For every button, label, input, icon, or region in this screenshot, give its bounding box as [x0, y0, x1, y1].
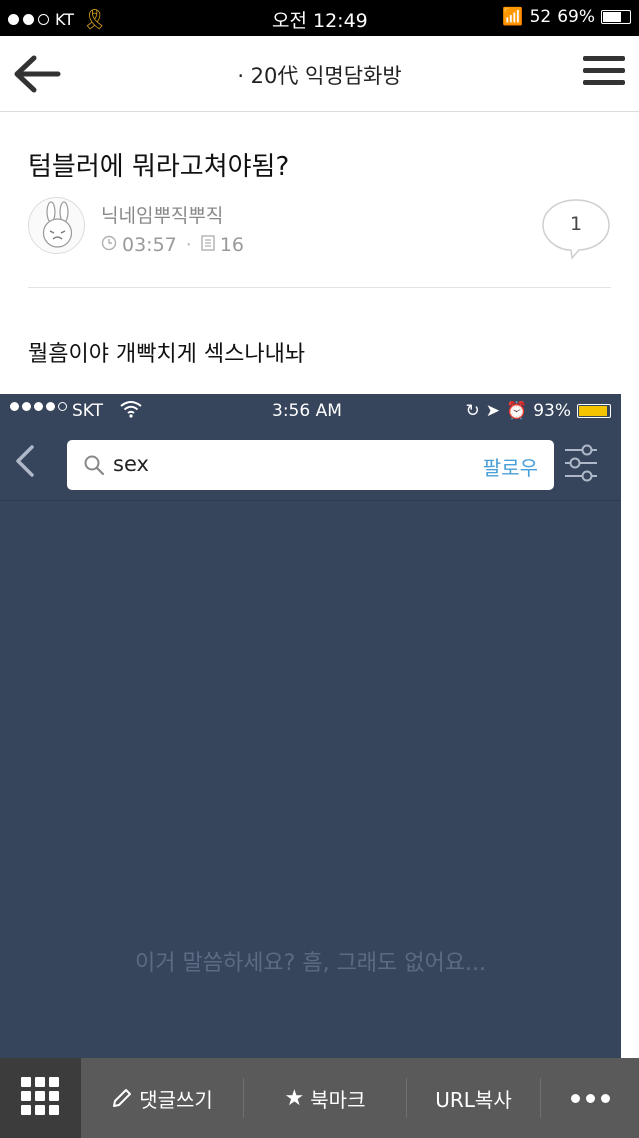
comment-count: 1 [569, 213, 583, 235]
star-icon: ★ [284, 1085, 305, 1111]
embedded-carrier: SKT [72, 401, 104, 421]
more-dots-icon [570, 1093, 610, 1103]
wifi-icon [120, 400, 142, 423]
wifi-icon: 📶 [502, 7, 524, 27]
divider [0, 500, 621, 501]
write-comment-label: 댓글쓰기 [139, 1087, 213, 1112]
menu-button[interactable] [583, 56, 625, 92]
bunny-avatar-icon [42, 201, 73, 248]
signal-dot-icon [8, 13, 19, 25]
battery-icon [577, 404, 611, 418]
bookmark-label: 북마크 [310, 1087, 366, 1112]
write-comment-button[interactable]: 댓글쓰기 [81, 1058, 243, 1138]
location-arrow-icon: ➤ [485, 401, 501, 421]
network-label: 52 [529, 7, 552, 27]
bottom-toolbar: 댓글쓰기 ★ 북마크 URL복사 [0, 1058, 639, 1138]
divider [28, 287, 611, 288]
more-button[interactable] [541, 1058, 639, 1138]
embedded-search-bar: sex 팔로우 [67, 440, 554, 490]
battery-percent: 69% [557, 7, 595, 27]
embedded-screenshot: SKT 3:56 AM ↻ ➤ ⏰ 93% sex 팔로우 이거 말씀하세요? … [0, 394, 621, 1058]
embedded-battery-percent: 93% [533, 401, 571, 421]
embedded-status-bar: SKT 3:56 AM ↻ ➤ ⏰ 93% [0, 394, 621, 428]
pencil-icon [113, 1089, 132, 1107]
embedded-follow-label: 팔로우 [482, 456, 538, 480]
clock-icon [101, 234, 117, 256]
carrier-label: KT [55, 9, 75, 29]
signal-indicator: KT 🎗 [8, 7, 107, 31]
embedded-search-query: sex [113, 452, 149, 476]
embedded-filter-button [563, 442, 599, 484]
embedded-time: 3:56 AM [272, 401, 342, 421]
copy-url-label: URL복사 [435, 1087, 512, 1112]
lock-rotation-icon: ↻ [465, 401, 480, 421]
ribbon-icon: 🎗 [82, 7, 108, 31]
status-bar: KT 🎗 오전 12:49 📶 52 69% [0, 0, 639, 36]
grid-menu-button[interactable] [0, 1058, 81, 1138]
board-title: · 20代 익명담화방 [237, 64, 402, 88]
post-time: 03:57 [122, 234, 177, 256]
author-name[interactable]: 닉네임뿌직뿌직 [101, 201, 223, 228]
avatar[interactable] [28, 197, 85, 254]
filter-sliders-icon [565, 444, 597, 482]
alarm-icon: ⏰ [506, 401, 528, 421]
battery-icon [601, 10, 631, 24]
post-title: 텀블러에 뭐라고쳐야됨? [28, 152, 290, 182]
signal-dot-icon [23, 13, 34, 25]
post-meta: 03:57 · 16 [101, 234, 244, 256]
hamburger-menu-icon [583, 56, 625, 61]
app-header: · 20代 익명담화방 [0, 36, 639, 112]
view-count: 16 [219, 234, 244, 256]
empty-result-message: 이거 말씀하세요? 흠, 그래도 없어요... [135, 951, 486, 976]
embedded-back-button [10, 441, 42, 481]
signal-dot-icon [38, 13, 49, 25]
search-icon [83, 454, 105, 480]
embedded-status-icons: ↻ ➤ ⏰ 93% [466, 401, 611, 421]
chevron-left-icon [16, 445, 34, 477]
signal-indicator [10, 402, 67, 411]
bookmark-button[interactable]: ★ 북마크 [244, 1058, 406, 1138]
document-icon [201, 234, 215, 256]
clock-text: 오전 12:49 [272, 10, 368, 32]
status-icons: 📶 52 69% [502, 7, 631, 27]
copy-url-button[interactable]: URL복사 [407, 1058, 540, 1138]
post-body: 뭘흠이야 개빡치게 섹스나내놔 [28, 342, 306, 367]
